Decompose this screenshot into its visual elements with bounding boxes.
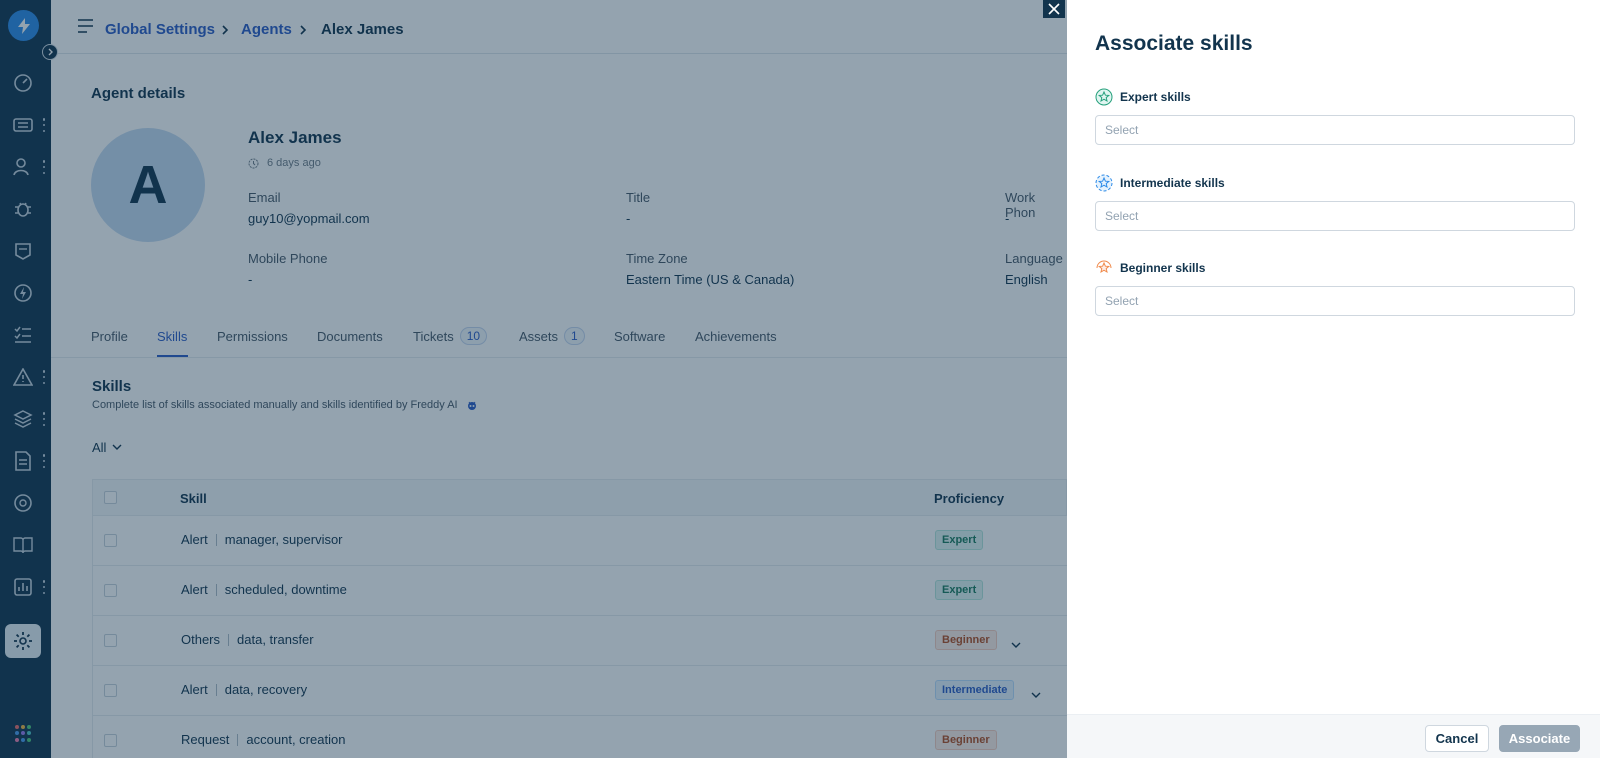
beginner-skills-label: Beginner skills [1095, 259, 1205, 277]
intermediate-skills-select[interactable]: Select [1095, 201, 1575, 231]
associate-skills-panel: Associate skills Expert skills Select In… [1067, 0, 1600, 758]
intermediate-skills-label: Intermediate skills [1095, 174, 1225, 192]
select-placeholder: Select [1105, 123, 1139, 137]
close-panel-button[interactable] [1043, 0, 1065, 18]
expert-label-text: Expert skills [1120, 90, 1191, 104]
intermediate-star-icon [1095, 174, 1113, 192]
select-placeholder: Select [1105, 209, 1139, 223]
expert-skills-select[interactable]: Select [1095, 115, 1575, 145]
beginner-label-text: Beginner skills [1120, 261, 1206, 275]
select-placeholder: Select [1105, 294, 1139, 308]
modal-backdrop[interactable] [0, 0, 1067, 758]
panel-title: Associate skills [1095, 32, 1253, 55]
expert-skills-label: Expert skills [1095, 88, 1191, 106]
beginner-star-icon [1096, 260, 1112, 274]
expert-star-icon [1095, 88, 1113, 106]
close-icon [1048, 3, 1060, 15]
associate-button[interactable]: Associate [1499, 725, 1580, 752]
intermediate-label-text: Intermediate skills [1120, 176, 1225, 190]
cancel-button[interactable]: Cancel [1425, 725, 1489, 752]
beginner-skills-select[interactable]: Select [1095, 286, 1575, 316]
